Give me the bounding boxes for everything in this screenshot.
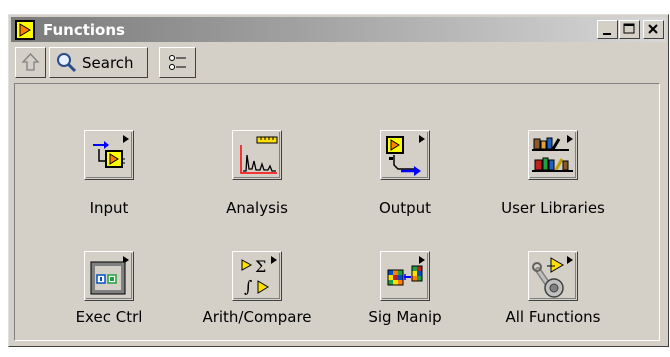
arith-compare-icon: Σ ∫ <box>232 251 282 301</box>
palette-item-arith-compare[interactable]: Σ ∫ Arith/Compare <box>182 251 332 357</box>
output-icon <box>380 130 430 180</box>
palette-item-label: Analysis <box>226 199 288 217</box>
palette-item-label: All Functions <box>505 308 601 326</box>
search-label: Search <box>82 54 134 72</box>
palette-item-label: Input <box>89 199 129 217</box>
palette-item-label: User Libraries <box>501 199 605 217</box>
labview-vi-icon <box>15 20 35 40</box>
palette-item-output[interactable]: Output <box>330 130 480 236</box>
exec-ctrl-icon <box>84 251 134 301</box>
up-button[interactable] <box>15 47 46 78</box>
palette-item-label: Sig Manip <box>368 308 442 326</box>
palette-item-exec-ctrl[interactable]: Exec Ctrl <box>34 251 184 357</box>
palette-item-analysis[interactable]: Analysis <box>182 130 332 236</box>
up-arrow-icon <box>21 53 40 71</box>
user-libraries-icon <box>528 130 578 180</box>
functions-palette-window: Functions Search Input Analysis Output U… <box>8 14 669 347</box>
palette-item-sig-manip[interactable]: Sig Manip <box>330 251 480 357</box>
magnifier-icon <box>57 53 77 73</box>
svg-text:Σ: Σ <box>255 257 266 276</box>
title-bar[interactable]: Functions <box>11 17 666 42</box>
search-button[interactable]: Search <box>49 47 148 78</box>
palette-item-all-functions[interactable]: All Functions <box>478 251 628 357</box>
maximize-button[interactable] <box>619 20 640 39</box>
all-functions-icon <box>528 251 578 301</box>
view-options-button[interactable] <box>159 47 196 78</box>
view-options-icon <box>169 55 186 70</box>
palette-panel: Input Analysis Output User Libraries Exe… <box>14 83 660 341</box>
palette-item-label: Arith/Compare <box>202 308 312 326</box>
palette-item-user-libraries[interactable]: User Libraries <box>478 130 628 236</box>
analysis-icon <box>232 130 282 180</box>
minimize-button[interactable] <box>597 20 618 39</box>
close-button[interactable] <box>643 20 664 39</box>
close-icon <box>648 24 658 34</box>
input-icon <box>84 130 134 180</box>
palette-item-label: Exec Ctrl <box>75 308 143 326</box>
maximize-icon <box>623 23 635 34</box>
minimize-icon <box>603 33 611 35</box>
sig-manip-icon <box>380 251 430 301</box>
palette-item-label: Output <box>378 199 432 217</box>
palette-toolbar: Search <box>11 44 666 80</box>
palette-item-input[interactable]: Input <box>34 130 184 236</box>
window-title: Functions <box>43 21 125 39</box>
svg-text:∫: ∫ <box>244 277 252 296</box>
